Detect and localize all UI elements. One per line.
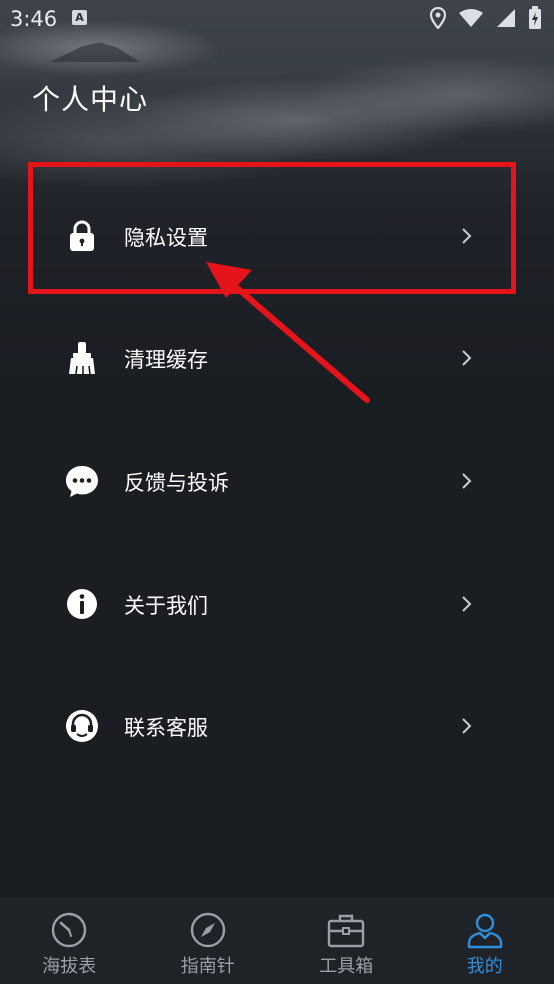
menu-item-feedback[interactable]: 反馈与投诉 [0,441,554,521]
menu-item-label: 清理缓存 [124,348,208,372]
status-time: 3:46 [10,7,58,31]
tab-label: 海拔表 [42,956,97,977]
menu-item-label: 反馈与投诉 [124,471,229,495]
status-bar: 3:46 A [0,0,554,38]
location-icon [430,7,446,29]
tab-mine[interactable]: 我的 [416,898,554,984]
chat-bubble-icon [66,466,98,497]
app-notification-icon: A [72,10,87,25]
customer-service-icon [66,710,98,742]
signal-icon [497,9,515,27]
tab-label: 我的 [466,956,503,977]
status-icons [430,6,542,30]
menu-item-customer-service[interactable]: 联系客服 [0,686,554,766]
page-title: 个人中心 [32,83,149,116]
info-icon [67,589,97,619]
chevron-right-icon [462,596,472,612]
broom-icon [69,342,95,375]
tab-label: 工具箱 [319,956,374,977]
bottom-nav: 海拔表 指南针 工具箱 我的 [0,898,554,984]
menu-item-clear-cache[interactable]: 清理缓存 [0,318,554,398]
tab-altimeter[interactable]: 海拔表 [0,898,139,984]
chevron-right-icon [462,350,472,366]
user-icon [467,913,502,949]
chevron-right-icon [462,718,472,734]
wifi-icon [459,9,483,27]
chevron-right-icon [462,473,472,489]
altimeter-icon [52,912,87,948]
menu-item-about-us[interactable]: 关于我们 [0,564,554,644]
compass-icon [190,912,225,948]
tab-toolbox[interactable]: 工具箱 [277,898,416,984]
tab-compass[interactable]: 指南针 [139,898,278,984]
battery-charging-icon [529,6,541,29]
menu-item-label: 关于我们 [124,594,208,618]
menu-item-label: 联系客服 [124,716,208,740]
toolbox-icon [328,914,365,948]
tab-label: 指南针 [180,956,235,977]
highlight-annotation-box [28,162,516,294]
mountain-silhouette [50,42,140,62]
